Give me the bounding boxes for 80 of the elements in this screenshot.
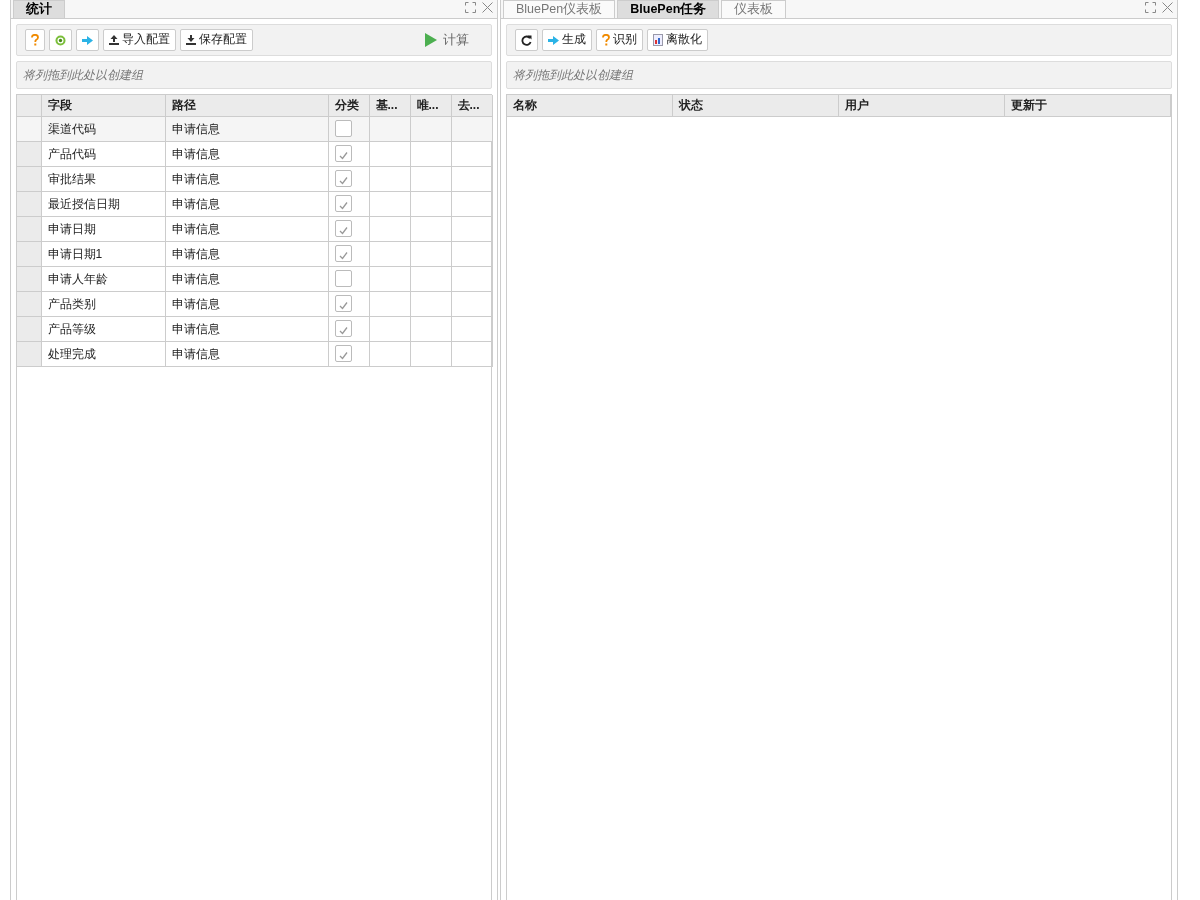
table-cell: 申请日期1 bbox=[41, 241, 165, 266]
table-cell: 申请信息 bbox=[165, 341, 328, 366]
tab[interactable]: 统计 bbox=[13, 0, 65, 18]
arrow-button[interactable] bbox=[76, 29, 99, 51]
maximize-icon bbox=[465, 2, 476, 13]
checkbox[interactable] bbox=[334, 270, 352, 287]
table-row[interactable]: 处理完成 申请信息 bbox=[17, 341, 492, 366]
table-cell: 渠道代码 bbox=[41, 116, 165, 141]
table-cell: 申请信息 bbox=[165, 191, 328, 216]
column-header[interactable]: 唯... bbox=[410, 95, 451, 116]
refresh-icon bbox=[521, 34, 532, 46]
column-header[interactable]: 路径 bbox=[165, 95, 328, 116]
group-drop-area: 将列拖到此处以创建组 bbox=[16, 61, 492, 89]
checkbox[interactable] bbox=[334, 245, 352, 262]
download-icon bbox=[186, 35, 196, 45]
column-header[interactable]: 分类 bbox=[328, 95, 369, 116]
table-cell: 申请信息 bbox=[165, 266, 328, 291]
table-cell: 产品代码 bbox=[41, 141, 165, 166]
column-header[interactable]: 基... bbox=[369, 95, 410, 116]
group-drop-area: 将列拖到此处以创建组 bbox=[506, 61, 1172, 89]
arrow-button[interactable]: 生成 bbox=[542, 29, 592, 51]
table-cell: 申请信息 bbox=[165, 241, 328, 266]
table-cell: 申请信息 bbox=[165, 116, 328, 141]
refresh-button[interactable] bbox=[515, 29, 538, 51]
table-row[interactable]: 审批结果 申请信息 bbox=[17, 166, 492, 191]
table-cell: 申请信息 bbox=[165, 141, 328, 166]
table-cell: 申请人年龄 bbox=[41, 266, 165, 291]
table-cell: 处理完成 bbox=[41, 341, 165, 366]
column-header[interactable]: 用户 bbox=[838, 95, 1005, 116]
chart-icon bbox=[653, 34, 663, 46]
arrow-icon bbox=[82, 35, 93, 45]
close-icon bbox=[482, 2, 493, 13]
table-cell: 产品等级 bbox=[41, 316, 165, 341]
table-row[interactable]: 申请人年龄 申请信息 bbox=[17, 266, 492, 291]
table-cell: 申请信息 bbox=[165, 166, 328, 191]
table-cell: 申请信息 bbox=[165, 291, 328, 316]
close-icon bbox=[1162, 2, 1173, 13]
table-row[interactable]: 产品等级 申请信息 bbox=[17, 316, 492, 341]
table-cell: 申请日期 bbox=[41, 216, 165, 241]
help-icon bbox=[602, 34, 610, 46]
column-header[interactable]: 去... bbox=[451, 95, 492, 116]
table-row[interactable]: 申请日期1 申请信息 bbox=[17, 241, 492, 266]
column-header[interactable]: 状态 bbox=[672, 95, 839, 116]
table-row[interactable]: 产品代码 申请信息 bbox=[17, 141, 492, 166]
checkbox[interactable] bbox=[334, 345, 352, 362]
column-header[interactable]: 名称 bbox=[507, 95, 673, 116]
column-header[interactable]: 字段 bbox=[41, 95, 165, 116]
checkbox[interactable] bbox=[334, 170, 352, 187]
checkbox[interactable] bbox=[334, 295, 352, 312]
upload-button[interactable]: 导入配置 bbox=[103, 29, 176, 51]
play-icon bbox=[425, 33, 437, 47]
checkbox[interactable] bbox=[334, 120, 352, 137]
target-button[interactable] bbox=[49, 29, 72, 51]
tab[interactable]: BluePen仪表板 bbox=[503, 0, 616, 18]
maximize-icon bbox=[1145, 2, 1156, 13]
upload-icon bbox=[109, 35, 119, 45]
help-button[interactable] bbox=[25, 29, 45, 51]
table-row[interactable]: 申请日期 申请信息 bbox=[17, 216, 492, 241]
tab[interactable]: BluePen任务 bbox=[617, 0, 720, 18]
table-cell: 审批结果 bbox=[41, 166, 165, 191]
checkbox[interactable] bbox=[334, 145, 352, 162]
checkbox[interactable] bbox=[334, 320, 352, 337]
arrow-icon bbox=[548, 35, 559, 45]
table-row[interactable]: 渠道代码 申请信息 bbox=[17, 116, 492, 141]
table-cell: 申请信息 bbox=[165, 316, 328, 341]
chart-button[interactable]: 离散化 bbox=[647, 29, 708, 51]
column-header[interactable]: 更新于 bbox=[1004, 95, 1171, 116]
checkbox[interactable] bbox=[334, 195, 352, 212]
run-button[interactable]: 计算 bbox=[419, 29, 475, 51]
table-cell: 最近授信日期 bbox=[41, 191, 165, 216]
tab[interactable]: 仪表板 bbox=[721, 0, 787, 18]
table-row[interactable]: 产品类别 申请信息 bbox=[17, 291, 492, 316]
checkbox[interactable] bbox=[334, 220, 352, 237]
help-icon bbox=[31, 34, 39, 46]
table-row[interactable]: 最近授信日期 申请信息 bbox=[17, 191, 492, 216]
help-button[interactable]: 识别 bbox=[596, 29, 643, 51]
target-icon bbox=[55, 34, 66, 46]
download-button[interactable]: 保存配置 bbox=[180, 29, 253, 51]
table-cell: 产品类别 bbox=[41, 291, 165, 316]
table-cell: 申请信息 bbox=[165, 216, 328, 241]
